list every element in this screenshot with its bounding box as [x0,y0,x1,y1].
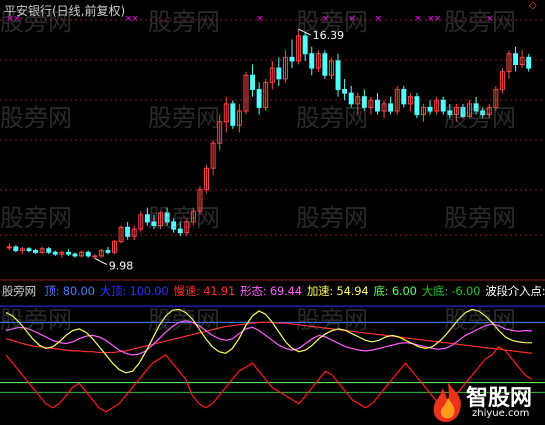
logo-url: zhiyue.com [472,408,530,419]
watermark: 股旁网 [0,104,72,132]
candle-body [322,53,328,76]
candle-body [256,89,262,108]
watermark: 股旁网 [444,306,516,334]
indicator-legend: 股旁网 顶: 80.00 大顶: 100.00 慢速: 41.91 形态: 69.44… [2,283,545,299]
candle-body [526,56,532,69]
diamond-icon: ◇ [529,0,537,11]
candle-body [125,226,131,237]
indicator-item-1: 大顶: 100.00 [99,284,169,298]
watermark: 股旁网 [0,204,72,232]
candle-body [401,89,407,105]
candle-body [6,246,12,249]
candle-body [72,253,78,257]
watermark: 股旁网 [148,104,220,132]
candle-body [33,250,39,253]
flame-icon [433,382,461,422]
candle-body [375,99,380,112]
top-marker: × [374,14,382,24]
indicator-name: 股旁网 [2,284,36,298]
watermark: 股旁网 [296,204,368,232]
top-marker: × [414,14,422,24]
indicator-item-4: 加速: 54.94 [306,284,369,298]
candle-body [513,53,519,66]
candle-body [52,251,58,255]
indicator-item-5: 底: 6.00 [373,284,417,298]
candle-body [13,246,19,252]
site-logo: 智股网 zhiyue.com [428,378,544,424]
candle-body [250,74,256,91]
candle-body [414,96,420,116]
top-marker: × [256,14,264,24]
candle-body [230,103,236,126]
watermark: 股旁网 [444,204,516,232]
candle-body [92,255,98,258]
top-marker: × [434,14,442,24]
watermark: 股旁网 [0,306,72,334]
candle-body [289,56,295,62]
candle-body [65,251,71,255]
candle-body [85,251,91,257]
candle-body [26,248,32,252]
candle-body [276,67,282,80]
watermark: 股旁网 [148,204,220,232]
candle-body [427,106,433,112]
candle-body [388,103,394,112]
indicator-item-7: 波段介入点: [485,284,545,298]
candle-body [335,60,341,91]
indicator-item-0: 顶: 80.00 [44,284,95,298]
indicator-item-3: 形态: 69.44 [240,284,302,298]
watermark: 股旁网 [444,104,516,132]
top-marker: × [131,14,139,24]
candle-body [342,89,348,94]
watermark: 股旁网 [444,8,516,36]
candle-body [46,248,52,253]
watermark: 股旁网 [296,8,368,36]
candle-body [105,250,111,253]
watermark: 股旁网 [296,104,368,132]
watermark: 股旁网 [148,8,220,36]
candle-body [302,35,308,55]
watermark: 股旁网 [148,306,220,334]
candle-body [309,53,315,69]
indicator-item-2: 慢速: 41.91 [173,284,236,298]
watermark: 股旁网 [296,306,368,334]
watermark: 股旁网 [0,8,72,36]
low-label: 9.98 [109,259,134,272]
low-pointer [94,257,107,265]
indicator-item-6: 大底: -6.00 [421,284,481,298]
